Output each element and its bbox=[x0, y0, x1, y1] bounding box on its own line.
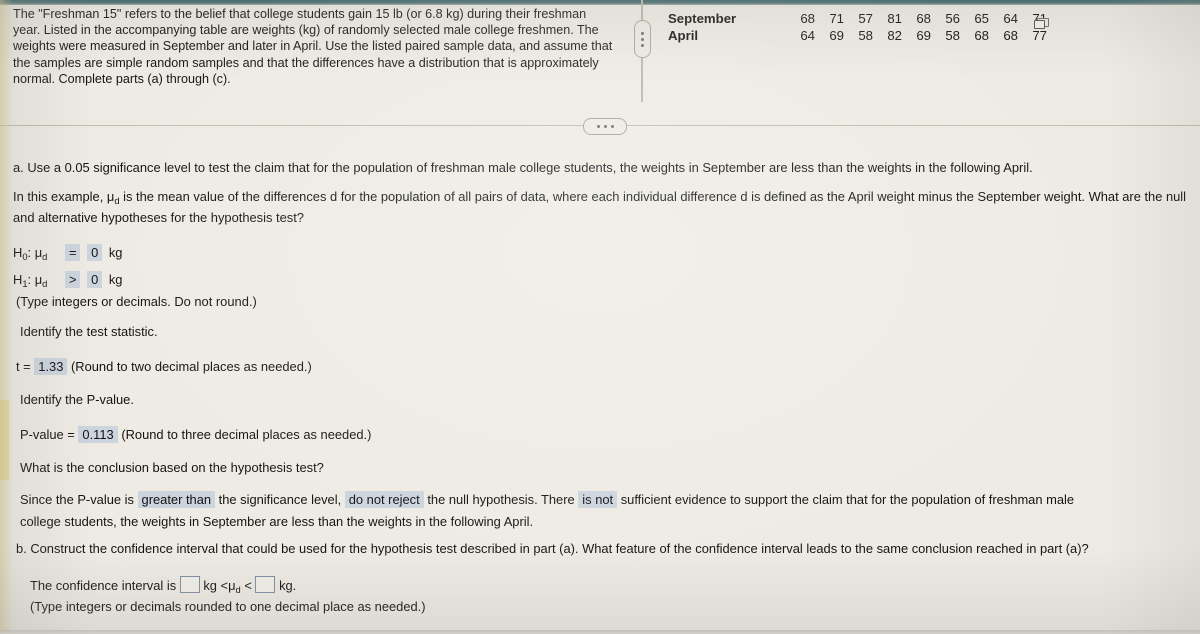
explanation-text-2: is the mean value of the differences d f… bbox=[13, 189, 1187, 225]
drag-handle-vertical-icon[interactable] bbox=[634, 20, 651, 58]
table-row: September 68 71 57 81 68 56 65 64 71 bbox=[668, 10, 1047, 27]
hypothesis-note: (Type integers or decimals. Do not round… bbox=[16, 294, 257, 309]
cell: 77 bbox=[1032, 28, 1047, 43]
null-hypothesis-line: H0: μd = 0 kg bbox=[13, 244, 122, 265]
pvalue-input[interactable]: 0.113 bbox=[78, 426, 118, 443]
problem-screen: The "Freshman 15" refers to the belief t… bbox=[0, 0, 1200, 634]
ci-unit-1: kg < bbox=[203, 578, 229, 593]
ci-less-than: < bbox=[244, 578, 252, 593]
pvalue-prompt: Identify the P-value. bbox=[20, 392, 134, 407]
ci-mu: μ bbox=[228, 578, 236, 593]
ci-lower-input[interactable] bbox=[179, 576, 200, 593]
photo-vignette bbox=[0, 0, 1200, 634]
explanation-text-1: In this example, bbox=[13, 189, 107, 204]
h0-unit: kg bbox=[108, 245, 123, 260]
cell: 64 bbox=[800, 28, 815, 43]
cell: 69 bbox=[916, 28, 931, 43]
left-edge-highlight bbox=[0, 400, 9, 480]
cell: 68 bbox=[1003, 28, 1018, 43]
t-note: (Round to two decimal places as needed.) bbox=[70, 359, 312, 374]
conclusion-text-4: sufficient evidence to support the claim… bbox=[620, 492, 1075, 507]
table-row: April 64 69 58 82 69 58 68 68 77 bbox=[668, 27, 1047, 44]
h0-colon: : bbox=[27, 245, 35, 260]
conclusion-line-2: college students, the weights in Septemb… bbox=[20, 514, 534, 529]
part-a-explanation: In this example, μd is the mean value of… bbox=[13, 188, 1193, 226]
test-statistic-prompt: Identify the test statistic. bbox=[20, 324, 158, 339]
h0-value-input[interactable]: 0 bbox=[87, 244, 103, 261]
screen-top-edge bbox=[0, 0, 1200, 5]
part-a-prompt: a. Use a 0.05 significance level to test… bbox=[13, 160, 1033, 175]
pvalue-note: (Round to three decimal places as needed… bbox=[121, 427, 372, 442]
conclusion-dropdown-comparison[interactable]: greater than bbox=[137, 491, 216, 508]
cell: 58 bbox=[945, 28, 960, 43]
cell: 68 bbox=[974, 28, 989, 43]
left-edge-tint bbox=[0, 0, 13, 634]
h0-label: H bbox=[13, 245, 23, 260]
h1-colon: : bbox=[27, 272, 35, 287]
ellipsis-icon[interactable] bbox=[583, 118, 627, 135]
cell: 69 bbox=[829, 28, 844, 43]
confidence-interval-line: The confidence interval is kg <μd < kg. bbox=[30, 576, 296, 598]
cell: 64 bbox=[1003, 11, 1018, 26]
screen-bottom-edge bbox=[0, 630, 1200, 634]
conclusion-prompt: What is the conclusion based on the hypo… bbox=[20, 460, 324, 475]
copy-icon[interactable] bbox=[1034, 18, 1049, 29]
ci-text-1: The confidence interval is bbox=[30, 578, 177, 593]
alternative-hypothesis-line: H1: μd > 0 kg bbox=[13, 271, 122, 292]
problem-statement: The "Freshman 15" refers to the belief t… bbox=[13, 7, 613, 86]
cell: 68 bbox=[800, 11, 815, 26]
pvalue-label: P-value = bbox=[20, 427, 75, 442]
cell: 58 bbox=[858, 28, 873, 43]
cell: 57 bbox=[858, 11, 873, 26]
h1-mu-subscript: d bbox=[42, 278, 48, 289]
h0-mu-subscript: d bbox=[42, 251, 48, 262]
row-label-april: April bbox=[668, 28, 699, 43]
h0-operator-dropdown[interactable]: = bbox=[64, 244, 81, 261]
cell: 82 bbox=[887, 28, 902, 43]
conclusion-text-3: the null hypothesis. There bbox=[427, 492, 575, 507]
ci-unit-2: kg. bbox=[279, 578, 297, 593]
cell: 56 bbox=[945, 11, 960, 26]
cell: 71 bbox=[829, 11, 844, 26]
h1-unit: kg bbox=[108, 272, 123, 287]
row-label-september: September bbox=[668, 11, 737, 26]
t-label: t = bbox=[16, 359, 31, 374]
pvalue-line: P-value = 0.113 (Round to three decimal … bbox=[20, 426, 371, 443]
conclusion-text-1: Since the P-value is bbox=[20, 492, 134, 507]
h1-label: H bbox=[13, 272, 23, 287]
conclusion-dropdown-evidence[interactable]: is not bbox=[578, 491, 618, 508]
conclusion-line-1: Since the P-value is greater than the si… bbox=[20, 491, 1074, 508]
cell: 65 bbox=[974, 11, 989, 26]
ci-note: (Type integers or decimals rounded to on… bbox=[30, 599, 426, 614]
part-b-prompt: b. Construct the confidence interval tha… bbox=[16, 541, 1089, 556]
t-value-input[interactable]: 1.33 bbox=[34, 358, 68, 375]
ci-upper-input[interactable] bbox=[255, 576, 276, 593]
cell: 68 bbox=[916, 11, 931, 26]
conclusion-text-2: the significance level, bbox=[218, 492, 342, 507]
weights-data-table: September 68 71 57 81 68 56 65 64 71 Apr… bbox=[668, 10, 1047, 44]
cell: 81 bbox=[887, 11, 902, 26]
conclusion-dropdown-decision[interactable]: do not reject bbox=[344, 491, 424, 508]
h1-value-input[interactable]: 0 bbox=[87, 271, 103, 288]
test-statistic-line: t = 1.33 (Round to two decimal places as… bbox=[16, 358, 312, 375]
ci-mu-subscript: d bbox=[235, 584, 241, 595]
h1-operator-dropdown[interactable]: > bbox=[64, 271, 81, 288]
